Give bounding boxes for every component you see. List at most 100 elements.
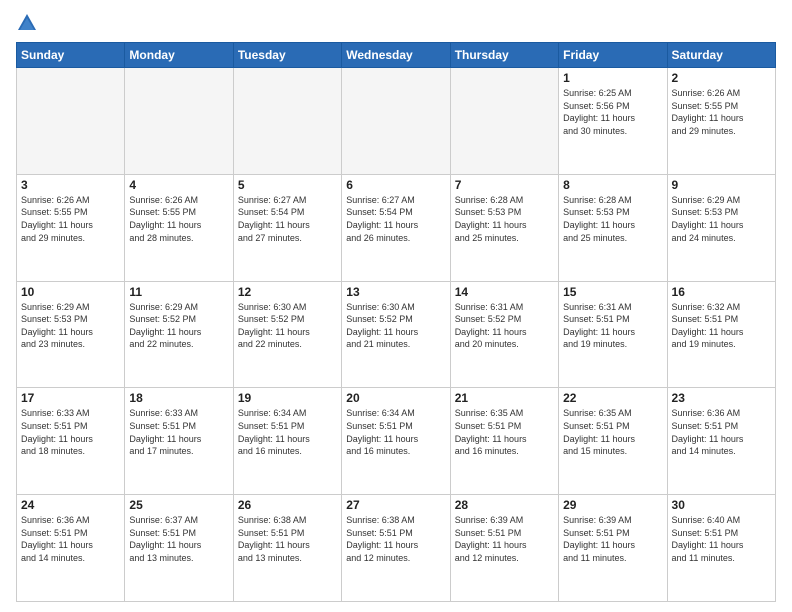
calendar-cell: 15 Sunrise: 6:31 AM Sunset: 5:51 PM Dayli… [559, 281, 667, 388]
day-number: 23 [672, 391, 771, 405]
calendar-cell: 28 Sunrise: 6:39 AM Sunset: 5:51 PM Dayli… [450, 495, 558, 602]
day-number: 8 [563, 178, 662, 192]
day-number: 27 [346, 498, 445, 512]
day-info: Sunrise: 6:34 AM Sunset: 5:51 PM Dayligh… [346, 407, 445, 457]
weekday-header: Tuesday [233, 43, 341, 68]
calendar-cell: 10Sunrise: 6:29 AM Sunset: 5:53 PM Dayli… [17, 281, 125, 388]
day-info: Sunrise: 6:33 AM Sunset: 5:51 PM Dayligh… [21, 407, 120, 457]
calendar-cell: 19 Sunrise: 6:34 AM Sunset: 5:51 PM Dayli… [233, 388, 341, 495]
logo [16, 12, 42, 34]
calendar-cell: 4 Sunrise: 6:26 AM Sunset: 5:55 PM Daylig… [125, 174, 233, 281]
day-number: 5 [238, 178, 337, 192]
day-number: 16 [672, 285, 771, 299]
day-number: 30 [672, 498, 771, 512]
day-info: Sunrise: 6:27 AM Sunset: 5:54 PM Dayligh… [238, 194, 337, 244]
calendar-week-row: 10Sunrise: 6:29 AM Sunset: 5:53 PM Dayli… [17, 281, 776, 388]
day-info: Sunrise: 6:39 AM Sunset: 5:51 PM Dayligh… [563, 514, 662, 564]
day-info: Sunrise: 6:26 AM Sunset: 5:55 PM Dayligh… [129, 194, 228, 244]
day-info: Sunrise: 6:27 AM Sunset: 5:54 PM Dayligh… [346, 194, 445, 244]
day-number: 19 [238, 391, 337, 405]
day-number: 26 [238, 498, 337, 512]
header-row [16, 12, 776, 34]
day-info: Sunrise: 6:26 AM Sunset: 5:55 PM Dayligh… [672, 87, 771, 137]
weekday-header: Thursday [450, 43, 558, 68]
calendar-cell: 1Sunrise: 6:25 AM Sunset: 5:56 PM Daylig… [559, 68, 667, 175]
day-info: Sunrise: 6:39 AM Sunset: 5:51 PM Dayligh… [455, 514, 554, 564]
day-number: 24 [21, 498, 120, 512]
calendar-cell: 17 Sunrise: 6:33 AM Sunset: 5:51 PM Dayli… [17, 388, 125, 495]
day-number: 3 [21, 178, 120, 192]
day-info: Sunrise: 6:26 AM Sunset: 5:55 PM Dayligh… [21, 194, 120, 244]
day-number: 11 [129, 285, 228, 299]
calendar-cell [342, 68, 450, 175]
day-number: 14 [455, 285, 554, 299]
day-info: Sunrise: 6:30 AM Sunset: 5:52 PM Dayligh… [346, 301, 445, 351]
day-info: Sunrise: 6:30 AM Sunset: 5:52 PM Dayligh… [238, 301, 337, 351]
day-number: 28 [455, 498, 554, 512]
weekday-header: Friday [559, 43, 667, 68]
day-number: 12 [238, 285, 337, 299]
day-info: Sunrise: 6:33 AM Sunset: 5:51 PM Dayligh… [129, 407, 228, 457]
calendar-cell: 5 Sunrise: 6:27 AM Sunset: 5:54 PM Daylig… [233, 174, 341, 281]
day-number: 13 [346, 285, 445, 299]
calendar-cell [17, 68, 125, 175]
day-info: Sunrise: 6:40 AM Sunset: 5:51 PM Dayligh… [672, 514, 771, 564]
calendar-cell: 7 Sunrise: 6:28 AM Sunset: 5:53 PM Daylig… [450, 174, 558, 281]
calendar-header: SundayMondayTuesdayWednesdayThursdayFrid… [17, 43, 776, 68]
weekday-header: Sunday [17, 43, 125, 68]
calendar-week-row: 17 Sunrise: 6:33 AM Sunset: 5:51 PM Dayli… [17, 388, 776, 495]
calendar-week-row: 24Sunrise: 6:36 AM Sunset: 5:51 PM Dayli… [17, 495, 776, 602]
day-number: 29 [563, 498, 662, 512]
day-info: Sunrise: 6:29 AM Sunset: 5:53 PM Dayligh… [672, 194, 771, 244]
calendar-week-row: 1Sunrise: 6:25 AM Sunset: 5:56 PM Daylig… [17, 68, 776, 175]
weekday-header: Monday [125, 43, 233, 68]
calendar-cell: 26 Sunrise: 6:38 AM Sunset: 5:51 PM Dayli… [233, 495, 341, 602]
calendar-page: SundayMondayTuesdayWednesdayThursdayFrid… [0, 0, 792, 612]
weekday-header: Wednesday [342, 43, 450, 68]
calendar-cell: 24Sunrise: 6:36 AM Sunset: 5:51 PM Dayli… [17, 495, 125, 602]
calendar-cell: 22Sunrise: 6:35 AM Sunset: 5:51 PM Dayli… [559, 388, 667, 495]
logo-icon [16, 12, 38, 34]
day-info: Sunrise: 6:31 AM Sunset: 5:51 PM Dayligh… [563, 301, 662, 351]
calendar-cell: 25Sunrise: 6:37 AM Sunset: 5:51 PM Dayli… [125, 495, 233, 602]
calendar-cell: 11Sunrise: 6:29 AM Sunset: 5:52 PM Dayli… [125, 281, 233, 388]
day-info: Sunrise: 6:28 AM Sunset: 5:53 PM Dayligh… [455, 194, 554, 244]
calendar-cell: 3 Sunrise: 6:26 AM Sunset: 5:55 PM Daylig… [17, 174, 125, 281]
day-number: 18 [129, 391, 228, 405]
day-number: 21 [455, 391, 554, 405]
day-number: 9 [672, 178, 771, 192]
weekday-row: SundayMondayTuesdayWednesdayThursdayFrid… [17, 43, 776, 68]
calendar-body: 1Sunrise: 6:25 AM Sunset: 5:56 PM Daylig… [17, 68, 776, 602]
calendar-cell: 21 Sunrise: 6:35 AM Sunset: 5:51 PM Dayli… [450, 388, 558, 495]
day-info: Sunrise: 6:29 AM Sunset: 5:53 PM Dayligh… [21, 301, 120, 351]
day-info: Sunrise: 6:38 AM Sunset: 5:51 PM Dayligh… [238, 514, 337, 564]
day-info: Sunrise: 6:31 AM Sunset: 5:52 PM Dayligh… [455, 301, 554, 351]
calendar-cell: 29 Sunrise: 6:39 AM Sunset: 5:51 PM Dayli… [559, 495, 667, 602]
day-info: Sunrise: 6:35 AM Sunset: 5:51 PM Dayligh… [455, 407, 554, 457]
calendar-cell: 9 Sunrise: 6:29 AM Sunset: 5:53 PM Daylig… [667, 174, 775, 281]
calendar-cell: 20 Sunrise: 6:34 AM Sunset: 5:51 PM Dayli… [342, 388, 450, 495]
day-info: Sunrise: 6:28 AM Sunset: 5:53 PM Dayligh… [563, 194, 662, 244]
calendar-cell [450, 68, 558, 175]
calendar-cell: 8 Sunrise: 6:28 AM Sunset: 5:53 PM Daylig… [559, 174, 667, 281]
calendar-table: SundayMondayTuesdayWednesdayThursdayFrid… [16, 42, 776, 602]
calendar-cell: 27Sunrise: 6:38 AM Sunset: 5:51 PM Dayli… [342, 495, 450, 602]
day-number: 20 [346, 391, 445, 405]
calendar-cell: 2Sunrise: 6:26 AM Sunset: 5:55 PM Daylig… [667, 68, 775, 175]
calendar-cell: 16 Sunrise: 6:32 AM Sunset: 5:51 PM Dayli… [667, 281, 775, 388]
calendar-cell: 13 Sunrise: 6:30 AM Sunset: 5:52 PM Dayli… [342, 281, 450, 388]
day-number: 15 [563, 285, 662, 299]
day-info: Sunrise: 6:34 AM Sunset: 5:51 PM Dayligh… [238, 407, 337, 457]
day-info: Sunrise: 6:32 AM Sunset: 5:51 PM Dayligh… [672, 301, 771, 351]
calendar-cell [233, 68, 341, 175]
calendar-cell: 12 Sunrise: 6:30 AM Sunset: 5:52 PM Dayli… [233, 281, 341, 388]
day-number: 22 [563, 391, 662, 405]
day-number: 7 [455, 178, 554, 192]
calendar-cell: 30 Sunrise: 6:40 AM Sunset: 5:51 PM Dayli… [667, 495, 775, 602]
day-number: 17 [21, 391, 120, 405]
day-info: Sunrise: 6:36 AM Sunset: 5:51 PM Dayligh… [672, 407, 771, 457]
day-number: 6 [346, 178, 445, 192]
day-number: 4 [129, 178, 228, 192]
day-number: 25 [129, 498, 228, 512]
calendar-cell: 14 Sunrise: 6:31 AM Sunset: 5:52 PM Dayli… [450, 281, 558, 388]
